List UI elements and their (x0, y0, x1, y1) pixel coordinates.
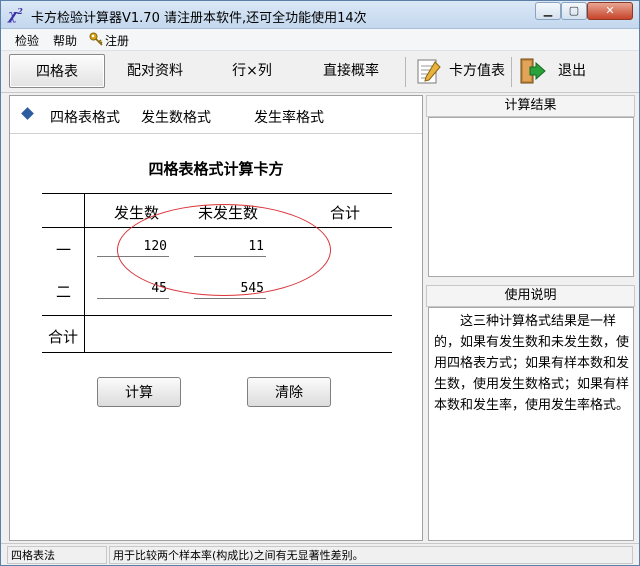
row-header-total: 合计 (48, 328, 79, 346)
tool-chi-square-table[interactable]: 卡方值表 (445, 54, 509, 88)
minimize-button[interactable]: ▁ (535, 2, 561, 20)
input-row2-occurred[interactable] (97, 279, 169, 299)
app-icon-superscript: 2 (17, 6, 23, 16)
sheet-title: 四格表格式计算卡方 (148, 160, 284, 178)
col-header-not-occurred: 未发生数 (198, 204, 259, 222)
results-box[interactable] (428, 117, 634, 277)
help-header: 使用说明 (426, 285, 635, 307)
help-box[interactable]: 这三种计算格式结果是一样的，如果有发生数和未发生数，使用四格表方式；如果有样本数… (428, 307, 634, 541)
menu-test[interactable]: 检验 (15, 32, 39, 49)
tool-exact-probability[interactable]: 直接概率 (307, 54, 395, 88)
input-row2-not-occurred[interactable] (194, 279, 266, 299)
toolbar-separator (511, 57, 512, 87)
toolbar: 四格表 配对资料 行×列 直接概率 卡方值表 退出 (1, 51, 639, 93)
row-header-one: 一 (56, 241, 72, 259)
table-vertical-line (84, 193, 85, 352)
status-mode: 四格表法 (7, 546, 107, 564)
menu-bar: 检验 帮助 注册 (1, 29, 639, 51)
col-header-total: 合计 (330, 204, 361, 222)
results-header: 计算结果 (426, 95, 635, 117)
exit-door-icon (520, 58, 546, 84)
selected-diamond-icon (21, 107, 34, 120)
calculate-button[interactable]: 计算 (97, 377, 181, 407)
status-bar: 四格表法 用于比较两个样本率(构成比)之间有无显著性差别。 (1, 543, 639, 565)
tool-exit[interactable]: 退出 (549, 54, 595, 88)
format-tabs: 四格表格式 发生数格式 发生率格式 (10, 96, 422, 134)
menu-help[interactable]: 帮助 (53, 32, 77, 49)
table-header-line (42, 227, 392, 228)
tab-fourfold-format[interactable]: 四格表格式 (50, 107, 120, 127)
help-text: 这三种计算格式结果是一样的，如果有发生数和未发生数，使用四格表方式；如果有样本数… (434, 314, 630, 413)
app-window: χ2 卡方检验计算器V1.70 请注册本软件,还可全功能使用14次 ▁ ▢ ✕ … (0, 0, 640, 566)
maximize-button[interactable]: ▢ (561, 2, 587, 20)
tab-occurrence-format[interactable]: 发生数格式 (141, 107, 211, 127)
table-total-line (42, 315, 392, 316)
col-header-occurred: 发生数 (114, 204, 160, 222)
tool-row-by-column[interactable]: 行×列 (211, 54, 293, 88)
chi-square-app-icon: χ2 (8, 6, 24, 24)
input-row1-not-occurred[interactable] (194, 237, 266, 257)
notepad-pencil-icon (417, 59, 441, 84)
window-title: 卡方检验计算器V1.70 请注册本软件,还可全功能使用14次 (31, 11, 367, 26)
tool-fourfold-table[interactable]: 四格表 (9, 54, 105, 88)
title-bar[interactable]: χ2 卡方检验计算器V1.70 请注册本软件,还可全功能使用14次 ▁ ▢ ✕ (1, 1, 639, 29)
tab-rate-format[interactable]: 发生率格式 (254, 107, 324, 127)
close-button[interactable]: ✕ (587, 2, 633, 20)
status-description: 用于比较两个样本率(构成比)之间有无显著性差别。 (109, 546, 633, 564)
fourfold-table-panel: 四格表格式 发生数格式 发生率格式 四格表格式计算卡方 发生数 未发生数 合计 … (9, 95, 423, 541)
table-bottom-line (42, 352, 392, 353)
menu-register[interactable]: 注册 (105, 32, 129, 49)
input-row1-occurred[interactable] (97, 237, 169, 257)
app-icon-glyph: χ (8, 7, 18, 24)
table-top-line (42, 193, 392, 194)
row-header-two: 二 (56, 283, 72, 301)
key-icon (89, 32, 103, 46)
toolbar-separator (405, 57, 406, 87)
results-content (429, 118, 633, 124)
clear-button[interactable]: 清除 (247, 377, 331, 407)
tool-paired-data[interactable]: 配对资料 (111, 54, 199, 88)
